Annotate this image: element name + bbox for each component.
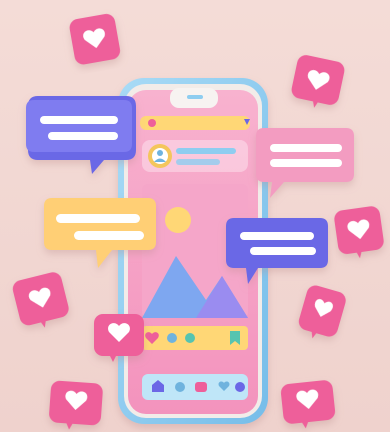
bottom-nav (142, 374, 248, 400)
comment-bubble-icon[interactable] (167, 333, 177, 343)
heart-tile-center-left (94, 314, 144, 362)
social-media-illustration (0, 0, 390, 432)
heart-tile-top (69, 13, 121, 65)
profile-icon (157, 150, 163, 156)
camera-icon[interactable] (195, 382, 207, 392)
app-top-bar (140, 116, 250, 130)
post-actions (142, 326, 248, 350)
profile-icon[interactable] (235, 382, 245, 392)
sun (165, 207, 191, 233)
search-icon[interactable] (175, 382, 185, 392)
post-header (142, 140, 248, 172)
record-icon (148, 119, 156, 127)
share-icon[interactable] (185, 333, 195, 343)
illustration-canvas (0, 0, 390, 432)
